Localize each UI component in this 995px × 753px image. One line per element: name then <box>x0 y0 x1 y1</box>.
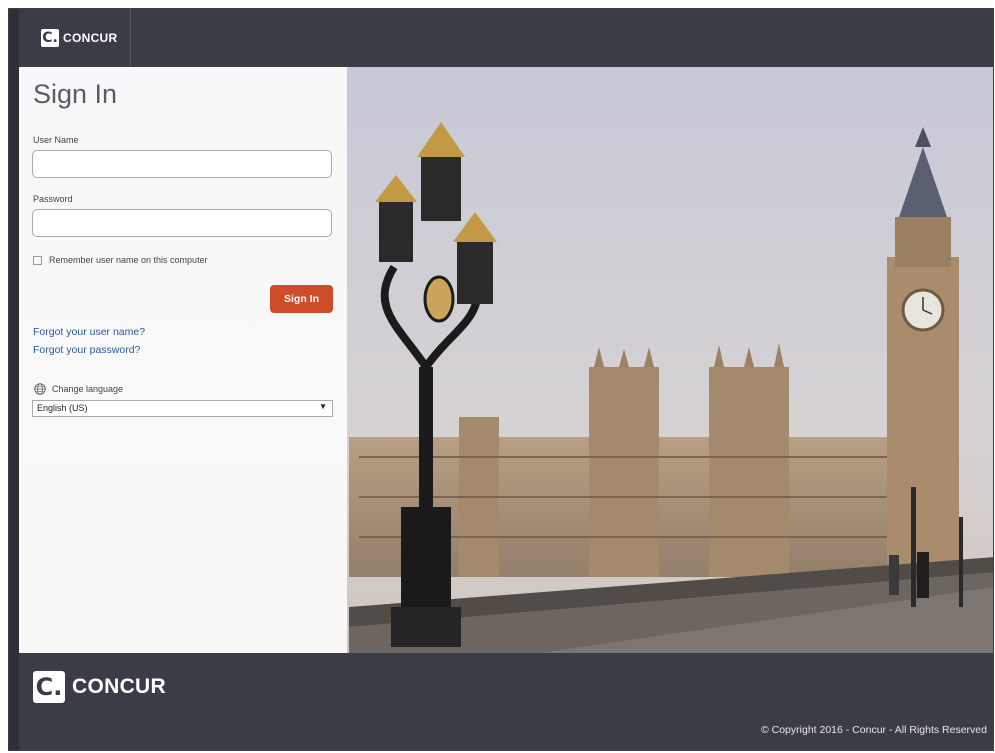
language-selected-value: English (US) <box>37 403 88 413</box>
password-field[interactable] <box>32 209 332 237</box>
concur-logo-mark: C. <box>41 29 59 47</box>
remember-username-checkbox[interactable] <box>33 256 42 265</box>
dropdown-arrow-icon: ▼ <box>319 402 327 411</box>
forgot-username-link[interactable]: Forgot your user name? <box>33 326 145 338</box>
footer-logo-mark: C. <box>33 671 65 703</box>
globe-icon <box>34 383 46 395</box>
sign-in-button[interactable]: Sign In <box>270 285 333 313</box>
language-select[interactable]: English (US) ▼ <box>32 400 333 417</box>
username-field[interactable] <box>32 150 332 178</box>
page-title: Sign In <box>33 79 118 109</box>
forgot-password-link[interactable]: Forgot your password? <box>33 344 140 356</box>
password-label: Password <box>33 194 73 204</box>
top-header: C. CONCUR <box>19 9 993 67</box>
copyright-text: © Copyright 2016 - Concur - All Rights R… <box>760 724 987 736</box>
footer-logo: C. CONCUR <box>33 671 166 703</box>
concur-logo-text: CONCUR <box>63 31 118 45</box>
username-label: User Name <box>33 135 79 145</box>
change-language-label[interactable]: Change language <box>52 384 123 394</box>
sign-in-panel: Sign In User Name Password Remember user… <box>19 67 347 653</box>
footer: C. CONCUR © Copyright 2016 - Concur - Al… <box>19 653 993 750</box>
left-edge <box>9 9 19 750</box>
remember-username-label[interactable]: Remember user name on this computer <box>49 255 208 265</box>
header-logo[interactable]: C. CONCUR <box>19 9 131 67</box>
browser-frame: C. CONCUR Sign In User Name Password Rem… <box>8 8 994 751</box>
footer-logo-text: CONCUR <box>72 675 166 698</box>
